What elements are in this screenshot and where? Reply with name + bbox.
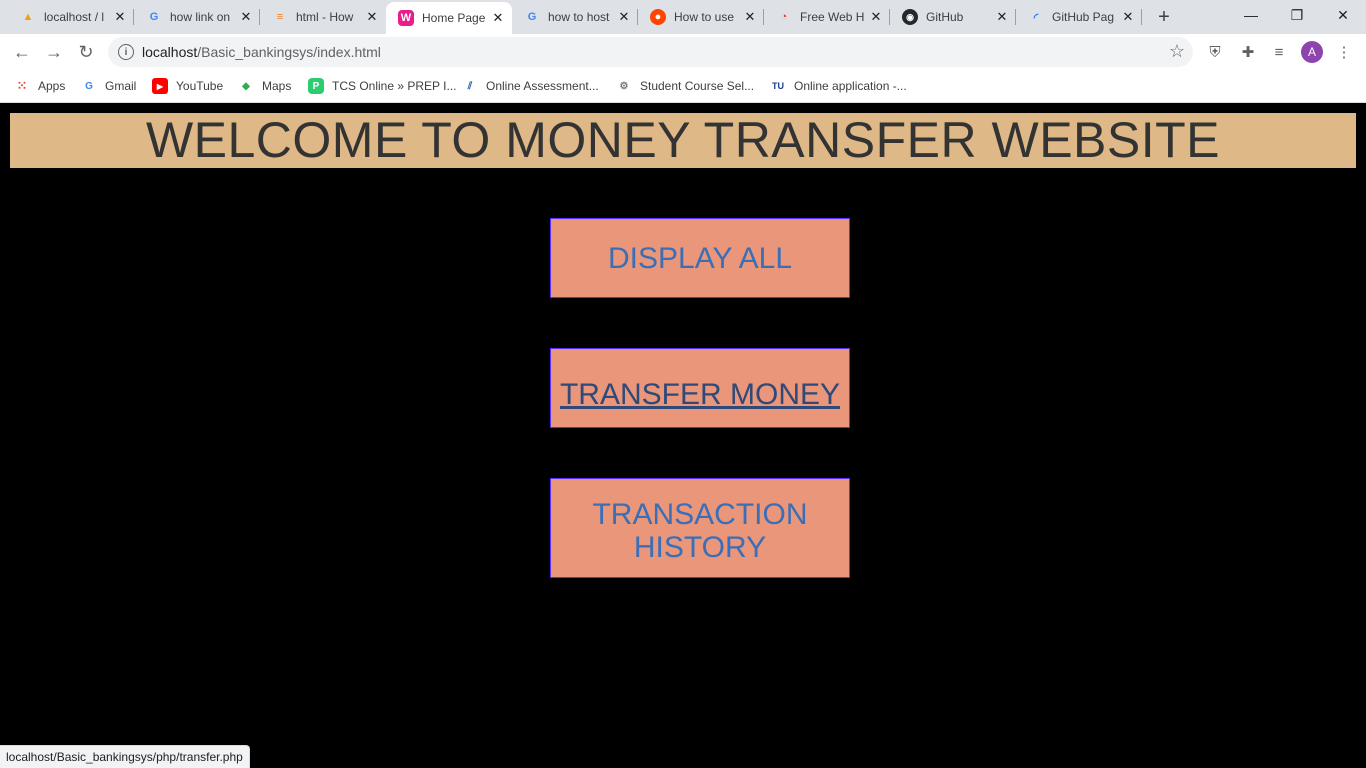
bookmark-label: Online Assessment... <box>486 79 599 93</box>
tab-title: GitHub <box>926 10 964 24</box>
transfer-money-label: TRANSFER MONEY <box>559 377 841 411</box>
address-bar[interactable]: i localhost/Basic_bankingsys/index.html … <box>108 37 1193 67</box>
tab-title: how link on <box>170 10 231 24</box>
youtube-icon: ▶ <box>152 78 168 94</box>
bookmark-maps[interactable]: ◆ Maps <box>238 76 291 96</box>
reload-button[interactable]: ↻ <box>72 38 100 66</box>
tab-home-page[interactable]: W Home Page ✕ <box>386 2 512 34</box>
tab-how-to-host[interactable]: G how to host ✕ <box>512 0 638 34</box>
display-all-label: DISPLAY ALL <box>607 241 792 275</box>
browser-toolbar: ← → ↻ i localhost/Basic_bankingsys/index… <box>0 34 1366 70</box>
transaction-history-label-line2: HISTORY <box>633 531 767 564</box>
profile-avatar[interactable]: A <box>1301 41 1323 63</box>
google-icon: G <box>85 80 93 92</box>
google-icon: G <box>527 11 537 23</box>
bookmark-label: Student Course Sel... <box>640 79 755 93</box>
close-icon[interactable]: ✕ <box>616 9 632 25</box>
tab-how-to-use[interactable]: ● How to use ✕ <box>638 0 764 34</box>
tab-github[interactable]: ◉ GitHub ✕ <box>890 0 1016 34</box>
tab-localhost[interactable]: ▲ localhost / l ✕ <box>8 0 134 34</box>
university-icon: ⚙ <box>619 80 629 92</box>
wamp-icon: W <box>398 10 414 26</box>
maps-icon: ◆ <box>242 80 250 92</box>
tab-title: html - How <box>296 10 354 24</box>
apps-grid-icon: ⁙ <box>16 78 28 93</box>
tab-github-pages[interactable]: ◜ GitHub Pag ✕ <box>1016 0 1142 34</box>
info-icon[interactable]: i <box>118 44 134 60</box>
back-button[interactable]: ← <box>8 38 36 66</box>
bookmark-tcs[interactable]: P TCS Online » PREP I... <box>308 76 457 96</box>
close-icon[interactable]: ✕ <box>490 10 506 26</box>
close-icon[interactable]: ✕ <box>868 9 884 25</box>
tab-title: localhost / l <box>44 10 105 24</box>
tab-title: GitHub Pag <box>1052 10 1115 24</box>
extensions-puzzle-icon[interactable]: ✚ <box>1238 42 1258 62</box>
bookmark-online-application[interactable]: TU Online application -... <box>770 76 907 96</box>
shield-extension-icon[interactable]: ⛨ <box>1205 42 1225 62</box>
close-window-button[interactable]: ✕ <box>1320 0 1366 30</box>
loading-spinner-icon: ◜ <box>1033 11 1039 24</box>
tab-title: how to host <box>548 10 610 24</box>
address-url[interactable]: localhost/Basic_bankingsys/index.html <box>142 44 381 60</box>
new-tab-button[interactable]: + <box>1152 5 1176 29</box>
close-icon[interactable]: ✕ <box>994 9 1010 25</box>
webhost-icon: ◔ <box>780 11 788 23</box>
page-title: WELCOME TO MONEY TRANSFER WEBSITE <box>10 113 1356 168</box>
menu-kebab-icon[interactable]: ⋮ <box>1334 42 1354 62</box>
tu-icon: TU <box>772 81 784 91</box>
tab-free-web-host[interactable]: ◔ Free Web H ✕ <box>764 0 890 34</box>
close-icon[interactable]: ✕ <box>112 9 128 25</box>
tab-how-link-on[interactable]: G how link on ✕ <box>134 0 260 34</box>
tcs-icon: P <box>308 78 324 94</box>
close-icon[interactable]: ✕ <box>742 9 758 25</box>
bookmark-label: Gmail <box>105 79 137 93</box>
close-icon[interactable]: ✕ <box>238 9 254 25</box>
tab-title: Free Web H <box>800 10 865 24</box>
restore-button[interactable]: ❐ <box>1274 0 1320 30</box>
status-bar-url: localhost/Basic_bankingsys/php/transfer.… <box>0 745 250 768</box>
bookmark-gmail[interactable]: G Gmail <box>81 76 136 96</box>
phpmyadmin-icon: ▲ <box>22 11 34 23</box>
stackoverflow-icon: ≡ <box>276 11 284 23</box>
forward-button[interactable]: → <box>40 38 68 66</box>
reddit-icon: ● <box>650 9 666 25</box>
page-content: WELCOME TO MONEY TRANSFER WEBSITE DISPLA… <box>0 103 1366 768</box>
github-icon: ◉ <box>902 9 918 25</box>
close-icon[interactable]: ✕ <box>364 9 380 25</box>
minimize-button[interactable]: — <box>1228 0 1274 30</box>
tab-title: How to use <box>674 10 735 24</box>
google-icon: G <box>149 11 159 23</box>
bookmark-label: Apps <box>38 79 66 93</box>
assessment-icon: ⫽ <box>467 80 473 92</box>
bookmark-student-course[interactable]: ⚙ Student Course Sel... <box>616 76 755 96</box>
transaction-history-button[interactable]: TRANSACTION HISTORY <box>550 478 850 578</box>
close-icon[interactable]: ✕ <box>1120 9 1136 25</box>
bookmark-apps[interactable]: ⁙ Apps <box>14 76 66 96</box>
bookmark-online-assessment[interactable]: ⫽ Online Assessment... <box>462 76 599 96</box>
bookmark-label: Online application -... <box>794 79 907 93</box>
tab-strip: ▲ localhost / l ✕ G how link on ✕ ≡ html… <box>0 0 1366 34</box>
transaction-history-label-line1: TRANSACTION <box>592 498 808 531</box>
bookmark-label: TCS Online » PREP I... <box>332 79 457 93</box>
tab-html-how[interactable]: ≡ html - How ✕ <box>260 0 386 34</box>
bookmark-label: YouTube <box>176 79 224 93</box>
media-queue-icon[interactable]: ≡ <box>1269 42 1289 62</box>
tab-title: Home Page <box>422 11 486 25</box>
bookmarks-bar: ⁙ Apps G Gmail ▶ YouTube ◆ Maps P TCS On… <box>0 70 1366 103</box>
bookmark-youtube[interactable]: ▶ YouTube <box>152 76 223 96</box>
bookmark-star-icon[interactable]: ☆ <box>1169 41 1185 62</box>
transfer-money-button[interactable]: TRANSFER MONEY <box>550 348 850 428</box>
display-all-button[interactable]: DISPLAY ALL <box>550 218 850 298</box>
bookmark-label: Maps <box>262 79 292 93</box>
